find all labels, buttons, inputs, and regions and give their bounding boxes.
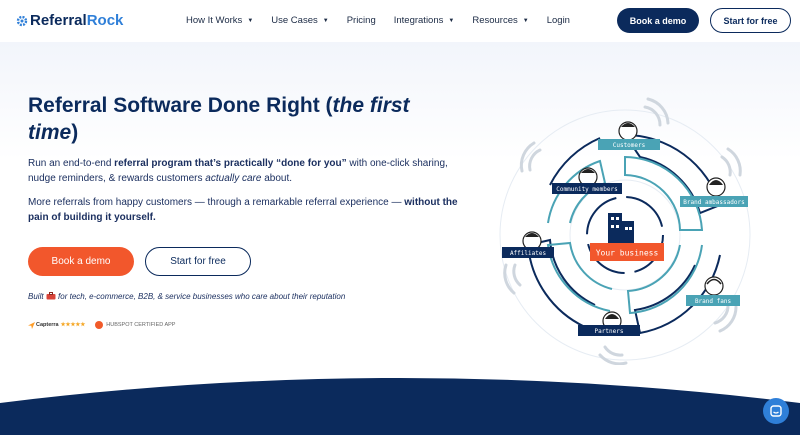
- diagram-label-customers: Customers: [613, 142, 646, 149]
- avatar-brand-ambassadors: [706, 177, 726, 197]
- menu-label: Use Cases: [271, 15, 318, 26]
- diagram-label-ambassadors: Brand ambassadors: [683, 199, 745, 206]
- chat-launcher-button[interactable]: [763, 398, 789, 424]
- menu-label: How It Works: [186, 15, 243, 26]
- menu-item-resources[interactable]: Resources ▼: [472, 15, 528, 26]
- logo-text-part2: Rock: [86, 12, 124, 29]
- teal-ring: [624, 155, 704, 231]
- built-text-b: for tech, e-commerce, B2B, & service bus…: [58, 292, 346, 301]
- capterra-label: Capterra: [36, 322, 59, 328]
- caret-down-icon: ▼: [322, 17, 329, 24]
- p1-text-e: about.: [261, 173, 293, 184]
- menu-label: Resources: [472, 15, 518, 26]
- headline-main: Referral Software Done Right (: [28, 94, 333, 117]
- menu-item-integrations[interactable]: Integrations ▼: [394, 15, 455, 26]
- capterra-badge: Capterra ★★★★★: [28, 321, 86, 329]
- book-demo-nav-button[interactable]: Book a demo: [617, 8, 699, 33]
- avatar-brand-fans: [704, 276, 724, 296]
- hero-headline: Referral Software Done Right (the first …: [28, 92, 448, 146]
- hubspot-logo-icon: [95, 321, 104, 329]
- headline-end: ): [71, 121, 79, 144]
- logo-text-part1: Referral: [30, 12, 87, 29]
- menu-label: Login: [546, 15, 570, 26]
- diagram-label-community: Community members: [556, 186, 618, 193]
- menu-label: Pricing: [346, 15, 376, 26]
- built-text-a: Built: [28, 292, 44, 301]
- main-menu: How It Works ▼ Use Cases ▼ Pricing Integra…: [186, 15, 588, 26]
- menu-item-login[interactable]: Login: [547, 15, 570, 26]
- hubspot-label: HUBSPOT CERTIFIED APP: [106, 322, 176, 328]
- caret-down-icon: ▼: [522, 17, 529, 24]
- hubspot-badge: HUBSPOT CERTIFIED APP: [95, 321, 175, 329]
- p1-text-b: referral program that’s practically “don…: [114, 158, 347, 169]
- bottom-wave-band: [0, 378, 800, 435]
- logo[interactable]: Referral Rock: [16, 12, 123, 29]
- referral-network-illustration: Your business Customers Community member…: [499, 97, 751, 365]
- rating-stars: ★★★★★: [60, 322, 86, 328]
- menu-item-use-cases[interactable]: Use Cases ▼: [271, 15, 328, 26]
- menu-item-how-it-works[interactable]: How It Works ▼: [186, 15, 253, 26]
- toolbox-icon: [46, 292, 56, 300]
- your-business-label: Your business: [596, 249, 659, 258]
- built-for-tagline: Built for tech, e-commerce, B2B, & servi…: [28, 292, 345, 301]
- p1-text-a: Run an end-to-end: [28, 158, 115, 169]
- top-nav: Referral Rock How It Works ▼ Use Cases ▼ Pr…: [0, 0, 800, 42]
- start-free-hero-button[interactable]: Start for free: [145, 247, 251, 276]
- p1-text-d: actually care: [205, 173, 262, 184]
- building-icon: [608, 213, 634, 247]
- trust-badges: Capterra ★★★★★ HUBSPOT CERTIFIED APP: [28, 321, 185, 329]
- caret-down-icon: ▼: [247, 17, 254, 24]
- p2-text-a: More referrals from happy customers — th…: [28, 197, 405, 208]
- diagram-label-brand-fans: Brand fans: [695, 298, 732, 305]
- diagram-label-affiliates: Affiliates: [510, 250, 547, 257]
- diagram-label-partners: Partners: [595, 328, 624, 335]
- capterra-logo-icon: [28, 321, 35, 329]
- avatar-customers: [618, 121, 638, 141]
- hero-paragraph-2: More referrals from happy customers — th…: [28, 195, 458, 225]
- start-free-nav-button[interactable]: Start for free: [710, 8, 791, 33]
- book-demo-hero-button[interactable]: Book a demo: [28, 247, 134, 276]
- caret-down-icon: ▼: [448, 17, 455, 24]
- menu-item-pricing[interactable]: Pricing: [347, 15, 376, 26]
- chat-icon: [770, 405, 782, 417]
- gear-logo-icon: [16, 15, 28, 26]
- hero-paragraph-1: Run an end-to-end referral program that’…: [28, 156, 458, 186]
- menu-label: Integrations: [393, 15, 444, 26]
